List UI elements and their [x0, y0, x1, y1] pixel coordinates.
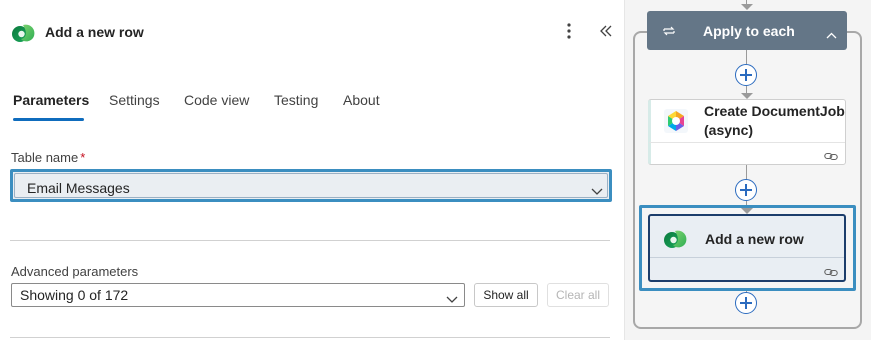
loop-icon: [662, 24, 676, 42]
chevron-up-icon[interactable]: [826, 26, 837, 44]
card-accent: [648, 100, 651, 164]
tab-parameters[interactable]: Parameters: [13, 92, 89, 108]
document-job-icon: [663, 108, 689, 139]
connector-line: [746, 50, 747, 64]
tab-settings[interactable]: Settings: [109, 92, 160, 108]
required-marker: *: [80, 150, 86, 165]
insert-step-button[interactable]: [735, 179, 757, 201]
apply-to-each-header[interactable]: Apply to each: [647, 11, 847, 50]
tab-testing[interactable]: Testing: [274, 92, 318, 108]
collapse-panel-button[interactable]: [595, 22, 617, 44]
add-a-new-row-card[interactable]: Add a new row: [648, 214, 846, 282]
bottom-divider: [10, 337, 610, 338]
insert-step-button[interactable]: [735, 64, 757, 86]
create-documentjob-card[interactable]: Create DocumentJob (async): [648, 99, 846, 165]
link-icon: [824, 264, 840, 277]
action-details-panel: Add a new row Parameters Settings Code v…: [0, 0, 624, 340]
table-name-dropdown-field: Email Messages: [14, 173, 608, 198]
tab-code-view[interactable]: Code view: [184, 92, 249, 108]
connector-arrow: [741, 4, 753, 10]
tab-about[interactable]: About: [343, 92, 380, 108]
section-divider: [10, 240, 610, 241]
double-chevron-left-icon: [599, 24, 613, 43]
active-tab-indicator: [13, 118, 84, 121]
insert-step-button[interactable]: [735, 292, 757, 314]
advanced-parameters-dropdown[interactable]: Showing 0 of 172: [11, 283, 465, 307]
advanced-parameters-value: Showing 0 of 172: [20, 287, 129, 303]
create-documentjob-title-line2: (async): [704, 122, 754, 138]
more-options-button[interactable]: [559, 22, 579, 44]
create-documentjob-title-line1: Create DocumentJob: [704, 103, 845, 119]
clear-all-button[interactable]: Clear all: [547, 283, 609, 307]
card-divider: [649, 142, 845, 143]
chevron-down-icon: [591, 183, 603, 201]
show-all-button[interactable]: Show all: [474, 283, 538, 307]
connector-line: [746, 165, 747, 180]
table-name-label-text: Table name: [11, 150, 79, 165]
link-icon: [824, 148, 840, 161]
apply-to-each-label: Apply to each: [703, 23, 795, 39]
table-name-label: Table name *: [11, 150, 85, 165]
table-name-dropdown[interactable]: Email Messages: [10, 169, 612, 202]
dataverse-icon: [663, 228, 689, 255]
panel-tabs: Parameters Settings Code view Testing Ab…: [0, 86, 624, 122]
add-a-new-row-title: Add a new row: [705, 231, 804, 247]
advanced-parameters-label: Advanced parameters: [11, 264, 139, 279]
panel-title: Add a new row: [45, 24, 144, 40]
table-name-value: Email Messages: [27, 180, 130, 196]
chevron-down-icon: [446, 291, 458, 309]
more-vertical-icon: [567, 22, 571, 44]
card-divider: [650, 257, 844, 258]
dataverse-icon: [11, 22, 37, 44]
panel-header: Add a new row: [0, 0, 624, 66]
